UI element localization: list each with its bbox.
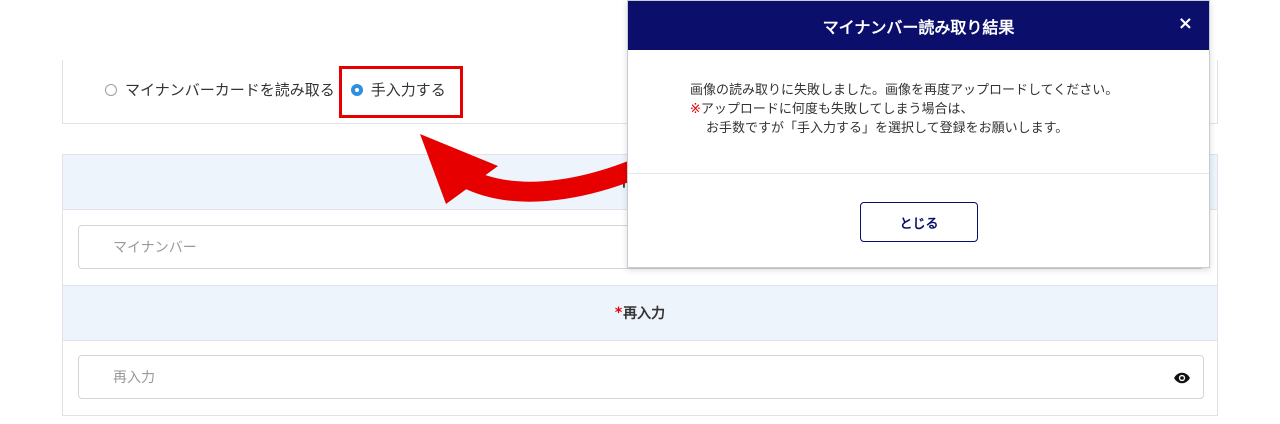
- modal-message-line-1: 画像の読み取りに失敗しました。画像を再度アップロードしてください。: [690, 83, 1119, 98]
- reenter-field-header: * 再入力: [63, 285, 1217, 341]
- reenter-field-label: 再入力: [623, 306, 666, 322]
- modal-message-line-3: お手数ですが「手入力する」を選択して登録をお願いします。: [706, 121, 1069, 136]
- manual-option-highlight: [339, 66, 463, 118]
- modal-message: 画像の読み取りに失敗しました。画像を再度アップロードしてください。 ※アップロー…: [690, 81, 1118, 138]
- close-icon[interactable]: ×: [1178, 13, 1193, 34]
- note-mark: ※: [690, 102, 701, 117]
- reenter-input[interactable]: 再入力: [78, 355, 1204, 399]
- reenter-placeholder: 再入力: [113, 370, 155, 386]
- modal-title: マイナンバー読み取り結果: [822, 17, 1015, 37]
- close-button[interactable]: とじる: [860, 202, 978, 242]
- eye-icon[interactable]: [1173, 369, 1191, 387]
- radio-option-read-card[interactable]: マイナンバーカードを読み取る: [105, 79, 335, 100]
- read-result-modal: マイナンバー読み取り結果 × 画像の読み取りに失敗しました。画像を再度アップロー…: [627, 0, 1210, 268]
- my-number-placeholder: マイナンバー: [113, 240, 197, 256]
- modal-note-text: アップロードに何度も失敗してしまう場合は、: [700, 102, 974, 117]
- required-mark: *: [614, 305, 623, 321]
- modal-message-line-2: ※アップロードに何度も失敗してしまう場合は、: [690, 100, 1118, 119]
- radio-read-card[interactable]: [105, 83, 117, 96]
- modal-divider: [628, 173, 1209, 174]
- modal-header: マイナンバー読み取り結果 ×: [628, 1, 1209, 50]
- radio-read-card-label: マイナンバーカードを読み取る: [125, 81, 335, 99]
- required-mark: *: [593, 174, 602, 190]
